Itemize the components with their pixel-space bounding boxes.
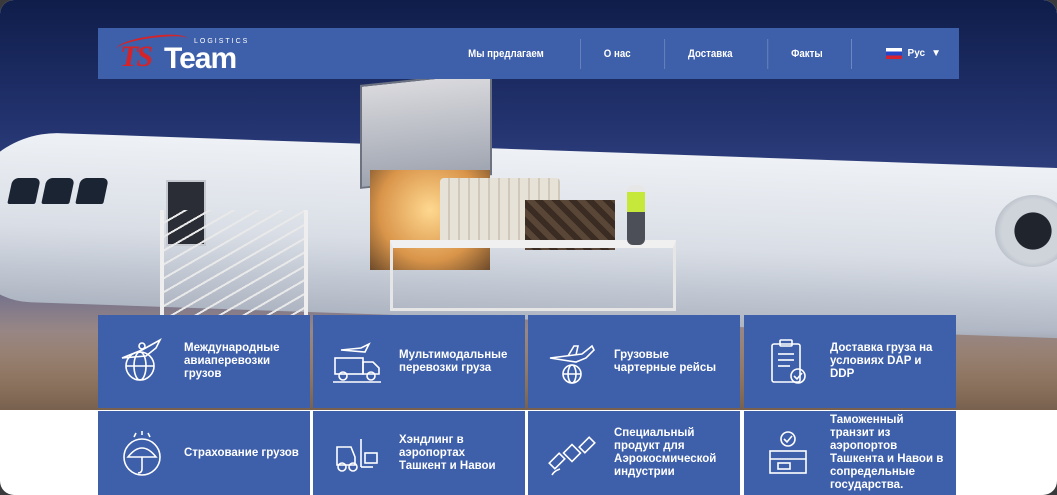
russia-flag-icon <box>885 48 902 59</box>
loading-worker <box>627 185 645 245</box>
satellite-icon <box>546 427 598 479</box>
service-label: Страхование грузов <box>184 446 299 459</box>
language-label: Рус <box>907 48 926 59</box>
page-frame: TS Team LOGISTICS Мы предлагаем О нас До… <box>0 0 1057 495</box>
service-tile-air-freight[interactable]: Международные авиаперевозки грузов <box>98 315 310 408</box>
nav-menu: Мы предлагаем О нас Доставка Факты Рус ▼ <box>437 28 959 79</box>
service-tile-aerospace[interactable]: Специальный продукт для Аэрокосмической … <box>528 411 740 495</box>
umbrella-icon <box>116 427 168 479</box>
customs-box-icon <box>762 427 814 479</box>
plane-globe-icon <box>546 336 598 388</box>
forklift-icon <box>331 427 383 479</box>
language-selector[interactable]: Рус ▼ <box>850 38 959 69</box>
service-tile-customs-transit[interactable]: Таможенный транзит из аэропортов Ташкент… <box>744 411 956 495</box>
truck-plane-icon <box>331 336 383 388</box>
cockpit-windows <box>0 178 110 228</box>
nav-item-offer[interactable]: Мы предлагаем <box>445 39 566 69</box>
clipboard-check-icon <box>762 336 814 388</box>
cargo-loader <box>390 240 676 311</box>
globe-plane-icon <box>116 336 168 388</box>
service-tile-dap-ddp[interactable]: Доставка груза на условиях DAP и DDP <box>744 315 956 408</box>
logo-tagline: LOGISTICS <box>194 38 250 45</box>
service-label: Мультимодальные перевозки груза <box>399 348 508 374</box>
top-navbar: TS Team LOGISTICS Мы предлагаем О нас До… <box>98 28 959 79</box>
brand-logo[interactable]: TS Team LOGISTICS <box>115 31 256 75</box>
boarding-stairs <box>160 210 308 320</box>
service-label: Хэндлинг в аэропортах Ташкент и Навои <box>399 433 496 472</box>
service-label: Международные авиаперевозки грузов <box>184 342 280 380</box>
nav-item-facts[interactable]: Факты <box>767 38 845 69</box>
service-tile-charter[interactable]: Грузовые чартерные рейсы <box>528 315 740 408</box>
chevron-down-icon: ▼ <box>931 48 941 59</box>
service-label: Специальный продукт для Аэрокосмической … <box>614 427 717 478</box>
nav-item-about[interactable]: О нас <box>579 38 653 69</box>
service-tile-insurance[interactable]: Страхование грузов <box>98 411 310 495</box>
nav-item-delivery[interactable]: Доставка <box>664 38 755 69</box>
logo-main: Team <box>164 42 237 75</box>
logo-prefix: TS <box>120 40 153 73</box>
service-label: Таможенный транзит из аэропортов Ташкент… <box>830 414 944 491</box>
service-tile-handling[interactable]: Хэндлинг в аэропортах Ташкент и Навои <box>313 411 525 495</box>
service-label: Доставка груза на условиях DAP и DDP <box>830 342 933 380</box>
service-label: Грузовые чартерные рейсы <box>614 348 717 374</box>
service-tile-multimodal[interactable]: Мультимодальные перевозки груза <box>313 315 525 408</box>
